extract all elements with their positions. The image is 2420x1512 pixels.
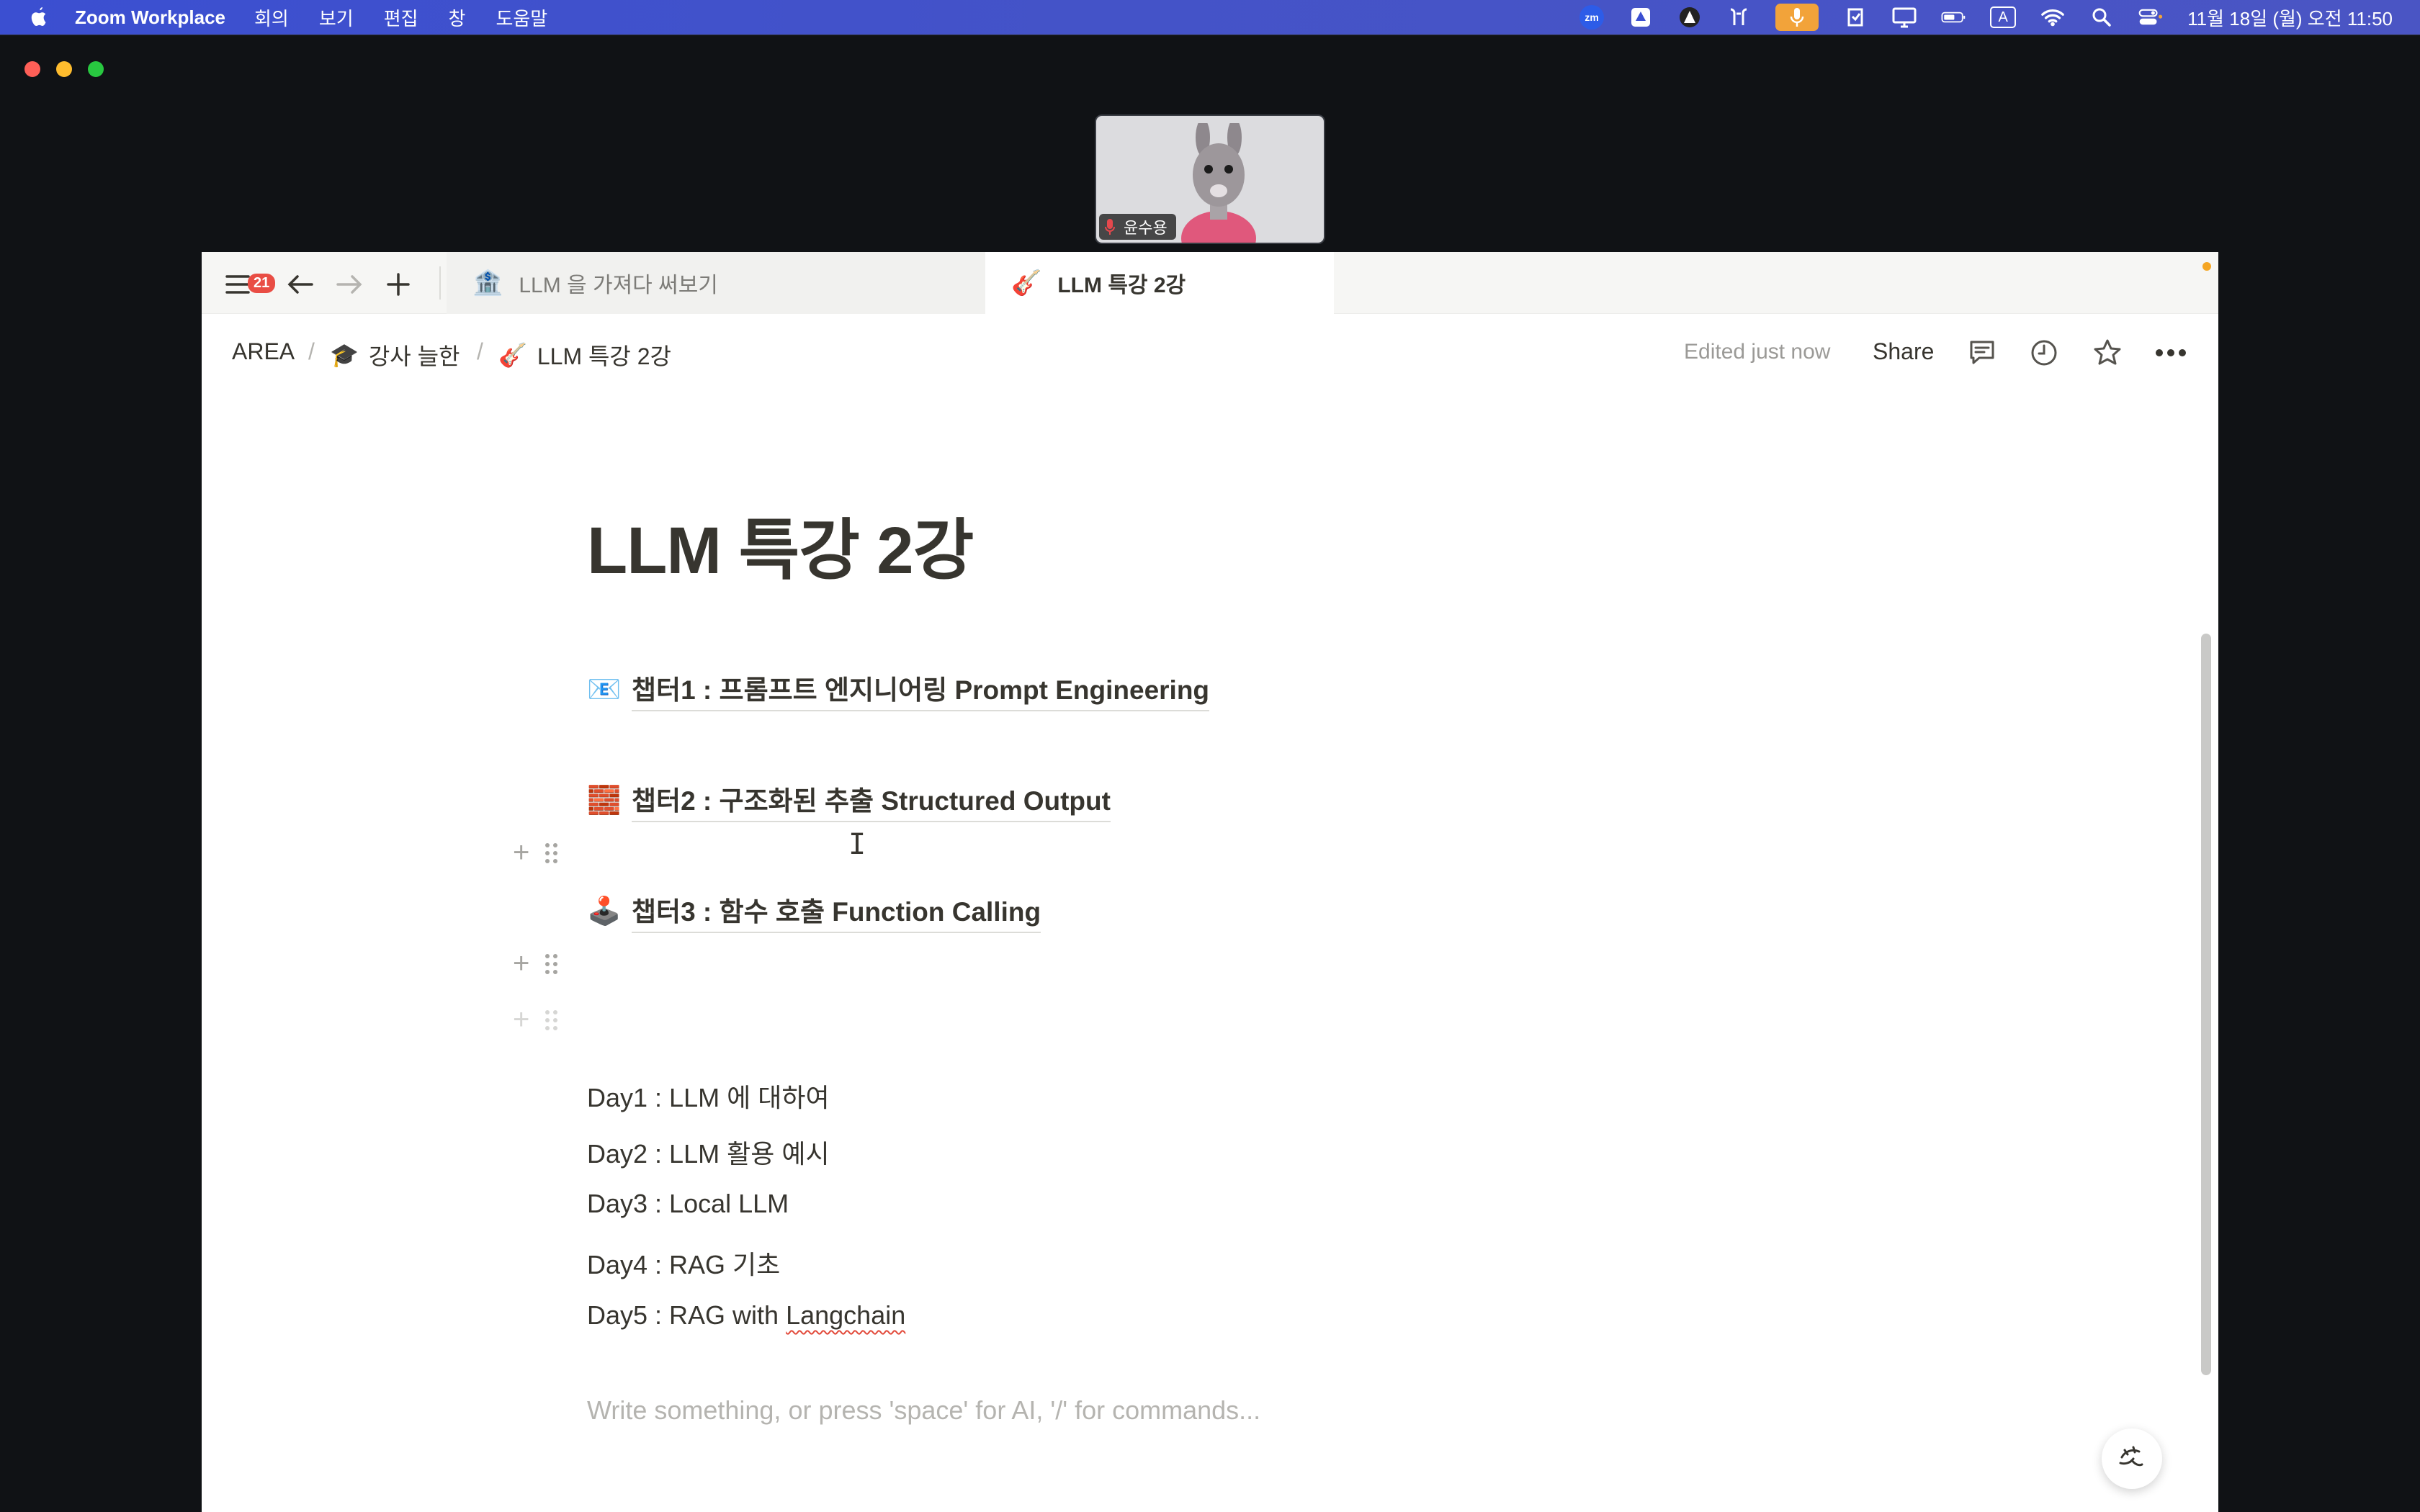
- breadcrumb-instructor[interactable]: 🎓 강사 늘한: [330, 338, 460, 372]
- envelope-emoji-icon: 📧: [587, 675, 622, 705]
- notion-tab-bar: 21 🏦 LLM 을 가져다 써보기 🎸 LLM 특강 2강: [202, 252, 2218, 314]
- day-3-line[interactable]: Day3 : Local LLM: [587, 1189, 789, 1219]
- tab-llm-use[interactable]: 🏦 LLM 을 가져다 써보기: [447, 252, 985, 314]
- window-controls: [24, 61, 104, 77]
- tab-label: LLM 특강 2강: [1057, 274, 1186, 297]
- zoom-status-icon[interactable]: zm: [1579, 5, 1605, 30]
- breadcrumb-area[interactable]: AREA: [232, 338, 295, 365]
- spellcheck-word: Langchain: [786, 1300, 906, 1330]
- text-cursor: I: [848, 828, 866, 861]
- muted-mic-icon: [1105, 218, 1116, 235]
- add-block-icon[interactable]: +: [513, 948, 529, 980]
- notion-ai-button[interactable]: [2102, 1428, 2162, 1489]
- notification-badge: 21: [248, 274, 276, 293]
- add-block-icon[interactable]: +: [513, 1004, 529, 1036]
- clipboard-icon[interactable]: [1843, 5, 1868, 30]
- menu-bar: Zoom Workplace 회의 보기 편집 창 도움말 zm A 11월 1…: [0, 0, 2420, 35]
- drag-handle-icon[interactable]: [545, 953, 558, 974]
- display-icon[interactable]: [1892, 5, 1917, 30]
- bank-emoji-icon: 🏦: [472, 269, 503, 297]
- drag-handle-icon[interactable]: [545, 842, 558, 863]
- tab-llm-lecture-2[interactable]: 🎸 LLM 특강 2강: [985, 252, 1334, 314]
- minimize-window-button[interactable]: [56, 61, 72, 77]
- bricks-emoji-icon: 🧱: [587, 786, 622, 816]
- day-4-line[interactable]: Day4 : RAG 기초: [587, 1244, 780, 1282]
- more-options-icon[interactable]: [2155, 337, 2187, 369]
- page-header: AREA / 🎓 강사 늘한 / 🎸 LLM 특강 2강 Edited just…: [202, 314, 2218, 393]
- day-5-line[interactable]: Day5 : RAG with Langchain: [587, 1300, 905, 1331]
- status-icons: zm A 11월 18일 (월) 오전 11:50: [1579, 0, 2393, 35]
- graduation-cap-emoji-icon: 🎓: [330, 342, 359, 368]
- close-window-button[interactable]: [24, 61, 40, 77]
- shared-screen: 21 🏦 LLM 을 가져다 써보기 🎸 LLM 특강 2강 AREA / 🎓 …: [202, 252, 2218, 1512]
- day-2-line[interactable]: Day2 : LLM 활용 예시: [587, 1133, 830, 1171]
- participant-avatar: [1181, 123, 1256, 243]
- day-1-line[interactable]: Day1 : LLM 에 대하여: [587, 1077, 830, 1115]
- battery-icon[interactable]: [1941, 5, 1966, 30]
- participant-name-tag: 윤수용: [1099, 214, 1176, 240]
- add-block-icon[interactable]: +: [513, 837, 529, 869]
- spotlight-search-icon[interactable]: [2089, 5, 2114, 30]
- participant-name: 윤수용: [1124, 219, 1168, 237]
- share-button[interactable]: Share: [1873, 338, 1934, 365]
- participant-video-tile[interactable]: 윤수용: [1095, 114, 1325, 244]
- edited-status: Edited just now: [1684, 340, 1831, 364]
- block-handle[interactable]: +: [513, 1004, 558, 1036]
- airpods-icon[interactable]: [1726, 5, 1751, 30]
- joystick-emoji-icon: 🕹️: [587, 896, 622, 927]
- back-button[interactable]: [282, 266, 318, 302]
- menu-view[interactable]: 보기: [319, 4, 354, 31]
- breadcrumb-current-page[interactable]: 🎸 LLM 특강 2강: [498, 338, 671, 372]
- page-scrollbar[interactable]: [2201, 634, 2211, 1375]
- block-handle[interactable]: +: [513, 837, 558, 869]
- breadcrumb-separator: /: [308, 338, 315, 364]
- breadcrumb-separator: /: [477, 338, 483, 364]
- guitar-emoji-icon: 🎸: [1011, 269, 1042, 297]
- empty-block-placeholder[interactable]: Write something, or press 'space' for AI…: [587, 1395, 1260, 1426]
- favorite-star-icon[interactable]: [2092, 337, 2123, 369]
- comments-icon[interactable]: [1966, 337, 1998, 369]
- control-center-icon[interactable]: [2138, 5, 2163, 30]
- app-name-menu[interactable]: Zoom Workplace: [75, 6, 225, 29]
- chapter-3-link[interactable]: 🕹️ 챕터3 : 함수 호출 Function Calling: [587, 890, 1041, 933]
- input-source-icon[interactable]: A: [1990, 6, 2017, 28]
- notion-ai-face-icon: [2119, 1446, 2143, 1467]
- new-tab-button[interactable]: [380, 266, 416, 302]
- update-indicator-dot: [2202, 262, 2211, 271]
- chapter-label: 챕터2 : 구조화된 추출 Structured Output: [632, 779, 1111, 822]
- vpn-icon[interactable]: [1677, 5, 1702, 30]
- menu-meeting[interactable]: 회의: [254, 4, 289, 31]
- drive-icon[interactable]: [1628, 5, 1653, 30]
- chapter-label: 챕터1 : 프롬프트 엔지니어링 Prompt Engineering: [632, 668, 1210, 711]
- zoom-meeting-window: 윤수용 21 🏦 LLM 을 가져다 써보기 🎸 LLM 특강 2강 AREA …: [0, 35, 2420, 1512]
- apple-icon[interactable]: [29, 5, 50, 30]
- page-title[interactable]: LLM 특강 2강: [587, 497, 974, 593]
- drag-handle-icon[interactable]: [545, 1009, 558, 1030]
- microphone-icon[interactable]: [1775, 4, 1819, 31]
- history-clock-icon[interactable]: [2028, 337, 2060, 369]
- menu-edit[interactable]: 편집: [384, 4, 418, 31]
- forward-button[interactable]: [331, 266, 367, 302]
- wifi-icon[interactable]: [2040, 5, 2065, 30]
- menu-window[interactable]: 창: [449, 4, 466, 31]
- block-handle[interactable]: +: [513, 948, 558, 980]
- menu-help[interactable]: 도움말: [496, 4, 547, 31]
- tab-label: LLM 을 가져다 써보기: [519, 274, 718, 297]
- tab-separator: [439, 266, 441, 300]
- sidebar-toggle-button[interactable]: 21: [222, 266, 276, 302]
- fullscreen-window-button[interactable]: [88, 61, 104, 77]
- chapter-2-link[interactable]: 🧱 챕터2 : 구조화된 추출 Structured Output: [587, 779, 1111, 822]
- guitar-emoji-icon: 🎸: [498, 342, 527, 368]
- chapter-label: 챕터3 : 함수 호출 Function Calling: [632, 890, 1041, 933]
- chapter-1-link[interactable]: 📧 챕터1 : 프롬프트 엔지니어링 Prompt Engineering: [587, 668, 1210, 711]
- menu-bar-clock[interactable]: 11월 18일 (월) 오전 11:50: [2187, 4, 2393, 31]
